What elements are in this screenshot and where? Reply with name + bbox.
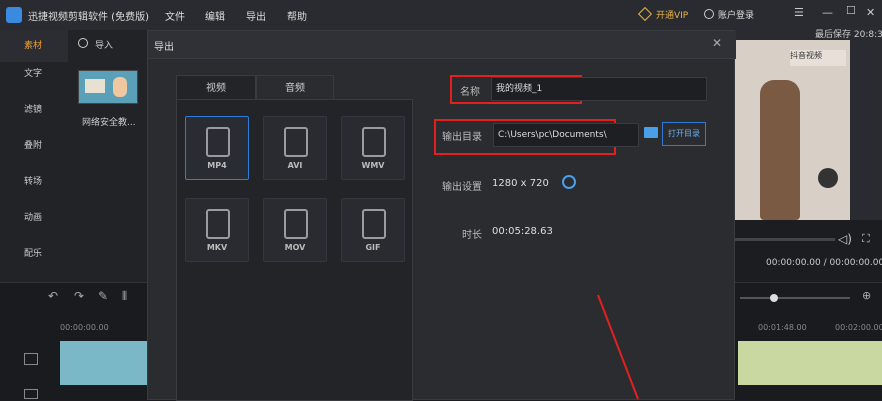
settings-gear-icon[interactable]	[562, 175, 576, 189]
dialog-header: 导出 ✕	[148, 31, 736, 59]
dialog-title: 导出	[154, 42, 174, 53]
output-dir-input[interactable]: C:\Users\pc\Documents\	[493, 123, 639, 147]
app-title: 迅捷视频剪辑软件 (免费版)	[28, 12, 149, 23]
menu-export[interactable]: 导出	[246, 8, 266, 23]
login-button[interactable]: 账户登录	[718, 8, 754, 21]
export-dialog: 导出 ✕ 视频 音频 MP4 AVI WMV MKV MOV GIF 名称 我的…	[147, 30, 736, 401]
format-gif[interactable]: GIF	[341, 198, 405, 262]
tab-audio[interactable]: 音频	[256, 75, 334, 100]
clip-name: 网络安全教...	[82, 118, 136, 128]
sidebar-item-material[interactable]: 素材	[0, 30, 68, 62]
undo-icon[interactable]: ↶	[48, 289, 58, 303]
format-avi[interactable]: AVI	[263, 116, 327, 180]
time-mid: 00:01:48.00	[758, 323, 807, 332]
red-arrow-annotation	[597, 294, 639, 400]
fullscreen-icon[interactable]: ⛶	[862, 232, 870, 246]
edit-icon[interactable]: ✎	[98, 289, 108, 303]
split-icon[interactable]: ⫴	[122, 289, 127, 304]
sidebar-item-overlay[interactable]: 叠附	[0, 138, 68, 151]
zoom-in-icon[interactable]: ⊕	[862, 289, 871, 302]
time-end: 00:02:00.00	[835, 323, 882, 332]
diamond-icon	[637, 6, 653, 22]
zoom-slider[interactable]	[740, 294, 850, 302]
sidebar-item-animation[interactable]: 动画	[0, 210, 68, 223]
sidebar-item-filter[interactable]: 滤镜	[0, 102, 68, 115]
menu-icon[interactable]: ☰	[794, 6, 804, 19]
output-settings-value: 1280 x 720	[492, 178, 549, 189]
record-icon	[818, 168, 838, 188]
minimize-icon[interactable]: —	[822, 6, 833, 19]
audio-track-icon	[24, 389, 38, 399]
duration-label: 时长	[462, 230, 482, 241]
name-label: 名称	[460, 87, 480, 98]
sidebar-item-music[interactable]: 配乐	[0, 246, 68, 259]
maximize-icon[interactable]: ☐	[846, 4, 856, 17]
preview-progress-bar[interactable]	[735, 238, 835, 241]
app-logo-icon	[6, 7, 22, 23]
close-window-icon[interactable]: ✕	[866, 6, 875, 19]
clip-thumbnail[interactable]	[78, 70, 138, 104]
output-settings-label: 输出设置	[442, 182, 482, 193]
folder-icon[interactable]	[644, 127, 658, 138]
title-bar: 迅捷视频剪辑软件 (免费版) 文件 编辑 导出 帮助 开通VIP 账户登录 ☰ …	[0, 0, 882, 30]
format-wmv[interactable]: WMV	[341, 116, 405, 180]
sidebar-item-transition[interactable]: 转场	[0, 174, 68, 187]
volume-icon[interactable]: ◁)	[838, 232, 852, 246]
time-start: 00:00:00.00	[60, 323, 109, 332]
sidebar-item-text[interactable]: 文字	[0, 66, 68, 79]
format-mkv[interactable]: MKV	[185, 198, 249, 262]
dialog-close-icon[interactable]: ✕	[712, 36, 722, 50]
video-track-clip-right[interactable]	[738, 341, 882, 385]
video-track-icon	[24, 353, 38, 365]
watermark-text: 抖音视频	[790, 50, 846, 66]
menu-edit[interactable]: 编辑	[205, 8, 225, 23]
autosave-text: 最后保存 20:8:33	[815, 30, 882, 40]
sidebar: 素材 文字 滤镜 叠附 转场 动画 配乐	[0, 30, 68, 282]
format-mp4[interactable]: MP4	[185, 116, 249, 180]
tab-video[interactable]: 视频	[176, 75, 256, 100]
menu-help[interactable]: 帮助	[287, 8, 307, 23]
import-icon	[78, 38, 88, 48]
video-track-clip[interactable]	[60, 341, 148, 385]
time-display: 00:00:00.00 / 00:00:00.00	[766, 258, 882, 268]
media-panel: 导入 网络安全教...	[68, 30, 148, 282]
duration-value: 00:05:28.63	[492, 226, 553, 237]
vip-button[interactable]: 开通VIP	[656, 8, 688, 21]
output-dir-label: 输出目录	[442, 132, 482, 143]
redo-icon[interactable]: ↷	[74, 289, 84, 303]
preview-person	[760, 80, 800, 220]
import-button[interactable]: 导入	[95, 38, 113, 51]
format-mov[interactable]: MOV	[263, 198, 327, 262]
name-input[interactable]: 我的视频_1	[491, 77, 707, 101]
menu-file[interactable]: 文件	[165, 8, 185, 23]
user-icon	[704, 9, 714, 19]
open-dir-button[interactable]: 打开目录	[662, 122, 706, 146]
format-panel: MP4 AVI WMV MKV MOV GIF	[176, 99, 413, 401]
